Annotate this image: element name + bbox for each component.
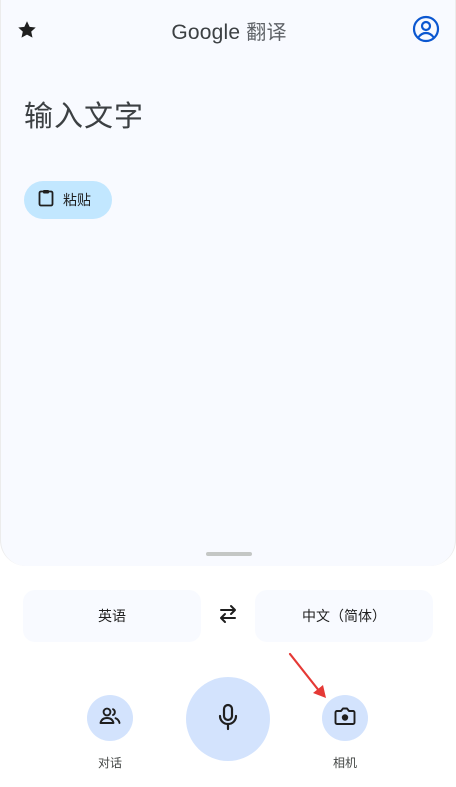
- conversation-button[interactable]: [87, 695, 133, 741]
- app-title-brand: Google: [171, 21, 241, 44]
- account-circle-icon[interactable]: [411, 14, 441, 44]
- clipboard-icon: [38, 189, 54, 211]
- target-language-button[interactable]: 中文（简体）: [255, 590, 433, 642]
- camera-icon-graphic: [334, 707, 356, 725]
- source-language-label: 英语: [98, 609, 126, 625]
- source-language-button[interactable]: 英语: [23, 590, 201, 642]
- swap-languages-button[interactable]: [212, 600, 244, 632]
- top-app-bar: Google 翻译: [1, 0, 456, 60]
- drag-handle[interactable]: [206, 552, 252, 556]
- app-title-suffix: 翻译: [246, 20, 287, 44]
- microphone-icon: [217, 703, 239, 735]
- clipboard-icon-graphic: [38, 190, 54, 207]
- people-icon: [99, 707, 121, 729]
- swap-arrows-icon-graphic: [220, 605, 236, 623]
- source-text-input[interactable]: 输入文字: [24, 93, 144, 135]
- conversation-label: 对话: [97, 756, 122, 770]
- people-icon-graphic: [99, 707, 121, 724]
- paste-button-label: 粘贴: [63, 193, 91, 209]
- account-circle-icon-graphic: [412, 15, 440, 43]
- input-panel: Google 翻译 输入文字 粘贴: [0, 0, 456, 566]
- annotation-arrow: [288, 652, 326, 698]
- swap-arrows-icon: [217, 604, 239, 628]
- app-title: Google 翻译: [1, 16, 456, 45]
- paste-button[interactable]: 粘贴: [24, 181, 112, 219]
- camera-label: 相机: [332, 756, 357, 770]
- microphone-button[interactable]: [186, 677, 270, 761]
- target-language-label: 中文（简体）: [302, 609, 386, 625]
- camera-icon: [334, 706, 356, 730]
- microphone-icon-graphic: [218, 703, 238, 731]
